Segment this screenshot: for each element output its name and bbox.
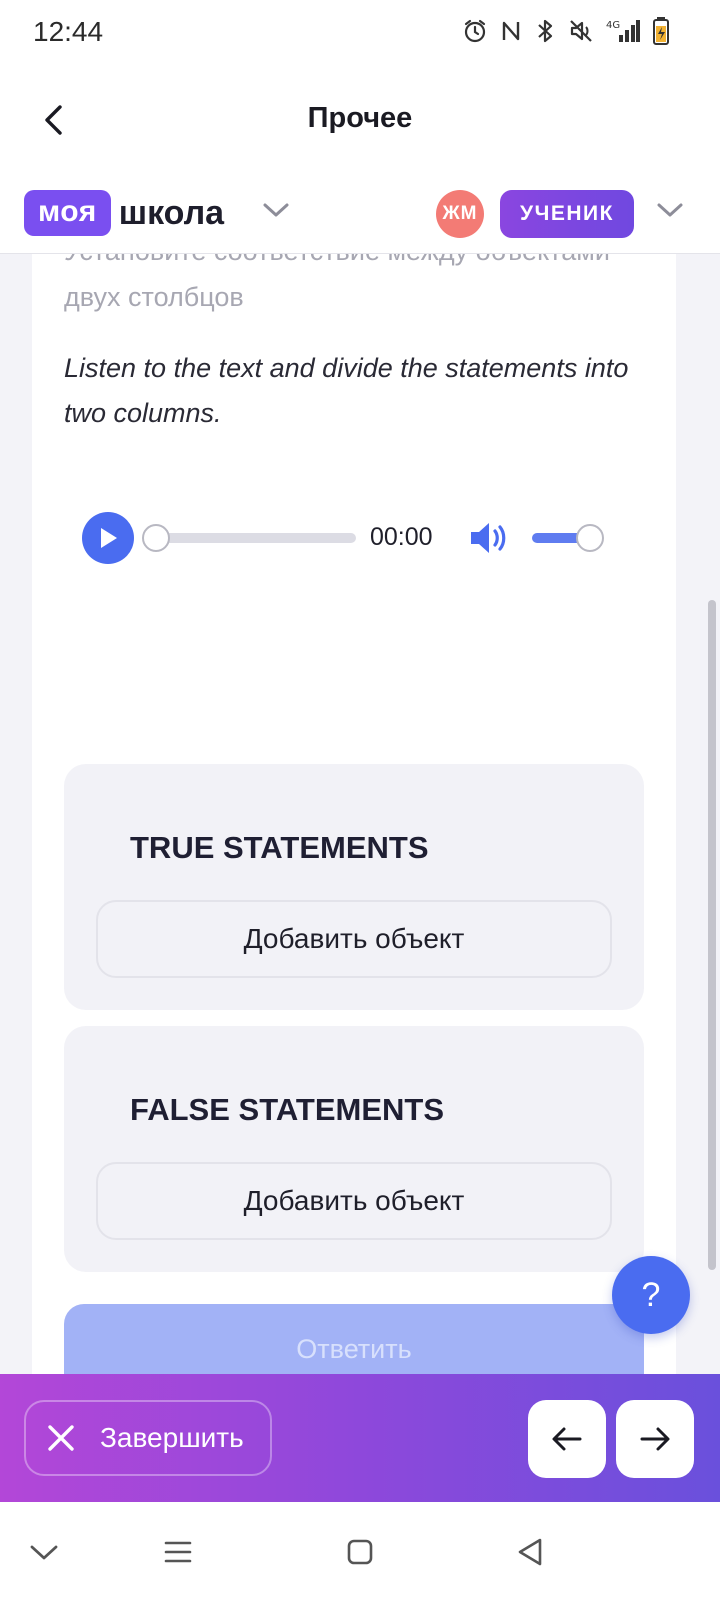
status-bar: 12:44 4G <box>0 0 720 66</box>
scrollbar[interactable] <box>708 600 716 1270</box>
alarm-icon <box>462 18 488 44</box>
back-triangle-icon[interactable] <box>510 1532 550 1572</box>
play-icon <box>101 528 117 548</box>
finish-button[interactable]: Завершить <box>24 1400 272 1476</box>
audio-time: 00:00 <box>370 523 433 551</box>
content-area[interactable]: Установите соответствие между объектами … <box>0 254 720 1374</box>
seek-thumb[interactable] <box>142 524 170 552</box>
app-bar: Прочее <box>0 66 720 186</box>
arrow-right-icon <box>640 1427 670 1451</box>
column-title: FALSE STATEMENTS <box>130 1092 445 1127</box>
seek-track[interactable] <box>152 533 356 543</box>
true-statements-column: TRUE STATEMENTS Добавить объект <box>64 764 644 1010</box>
next-button[interactable] <box>616 1400 694 1478</box>
system-nav <box>0 1502 720 1600</box>
screen: 12:44 4G Прочее моя школа ЖМ УЧЕНИК двух… <box>0 0 720 1600</box>
avatar[interactable]: ЖМ <box>436 190 484 238</box>
svg-text:4G: 4G <box>606 20 620 31</box>
brand-logo[interactable]: моя школа <box>24 190 224 236</box>
close-icon <box>46 1423 76 1453</box>
chevron-down-icon[interactable] <box>656 200 684 225</box>
status-icons: 4G <box>462 16 670 46</box>
arrow-left-icon <box>552 1427 582 1451</box>
page-title: Прочее <box>307 102 413 134</box>
add-object-button[interactable]: Добавить объект <box>96 1162 612 1240</box>
chevron-down-icon[interactable] <box>24 1532 64 1572</box>
task-text: Listen to the text and divide the statem… <box>64 353 629 428</box>
signal-4g-icon: 4G <box>606 18 640 44</box>
nfc-icon <box>500 18 522 44</box>
add-object-button[interactable]: Добавить объект <box>96 900 612 978</box>
answer-button[interactable]: Ответить <box>64 1304 644 1374</box>
column-title: TRUE STATEMENTS <box>130 830 429 865</box>
false-statements-column: FALSE STATEMENTS Добавить объект <box>64 1026 644 1272</box>
play-button[interactable] <box>82 512 134 564</box>
brand-logo-part1: моя <box>24 190 111 236</box>
task-card: Установите соответствие между объектами … <box>32 254 676 1374</box>
mute-icon <box>568 18 594 44</box>
finish-label: Завершить <box>100 1422 244 1453</box>
bluetooth-icon <box>534 18 556 44</box>
home-square-icon[interactable] <box>340 1532 380 1572</box>
audio-player: 00:00 <box>82 510 622 566</box>
volume-thumb[interactable] <box>576 524 604 552</box>
status-time: 12:44 <box>33 16 104 47</box>
brand-row: моя школа ЖМ УЧЕНИК <box>0 186 720 254</box>
role-badge[interactable]: УЧЕНИК <box>500 190 634 238</box>
help-button[interactable]: ? <box>612 1256 690 1334</box>
prev-button[interactable] <box>528 1400 606 1478</box>
task-instruction: Установите соответствие между объектами … <box>64 254 610 312</box>
chevron-down-icon[interactable] <box>262 200 290 225</box>
battery-charging-icon <box>652 16 670 46</box>
volume-icon[interactable] <box>468 520 512 561</box>
brand-logo-part2: школа <box>118 193 225 232</box>
menu-icon[interactable] <box>158 1532 198 1572</box>
action-bar: Завершить <box>0 1374 720 1502</box>
